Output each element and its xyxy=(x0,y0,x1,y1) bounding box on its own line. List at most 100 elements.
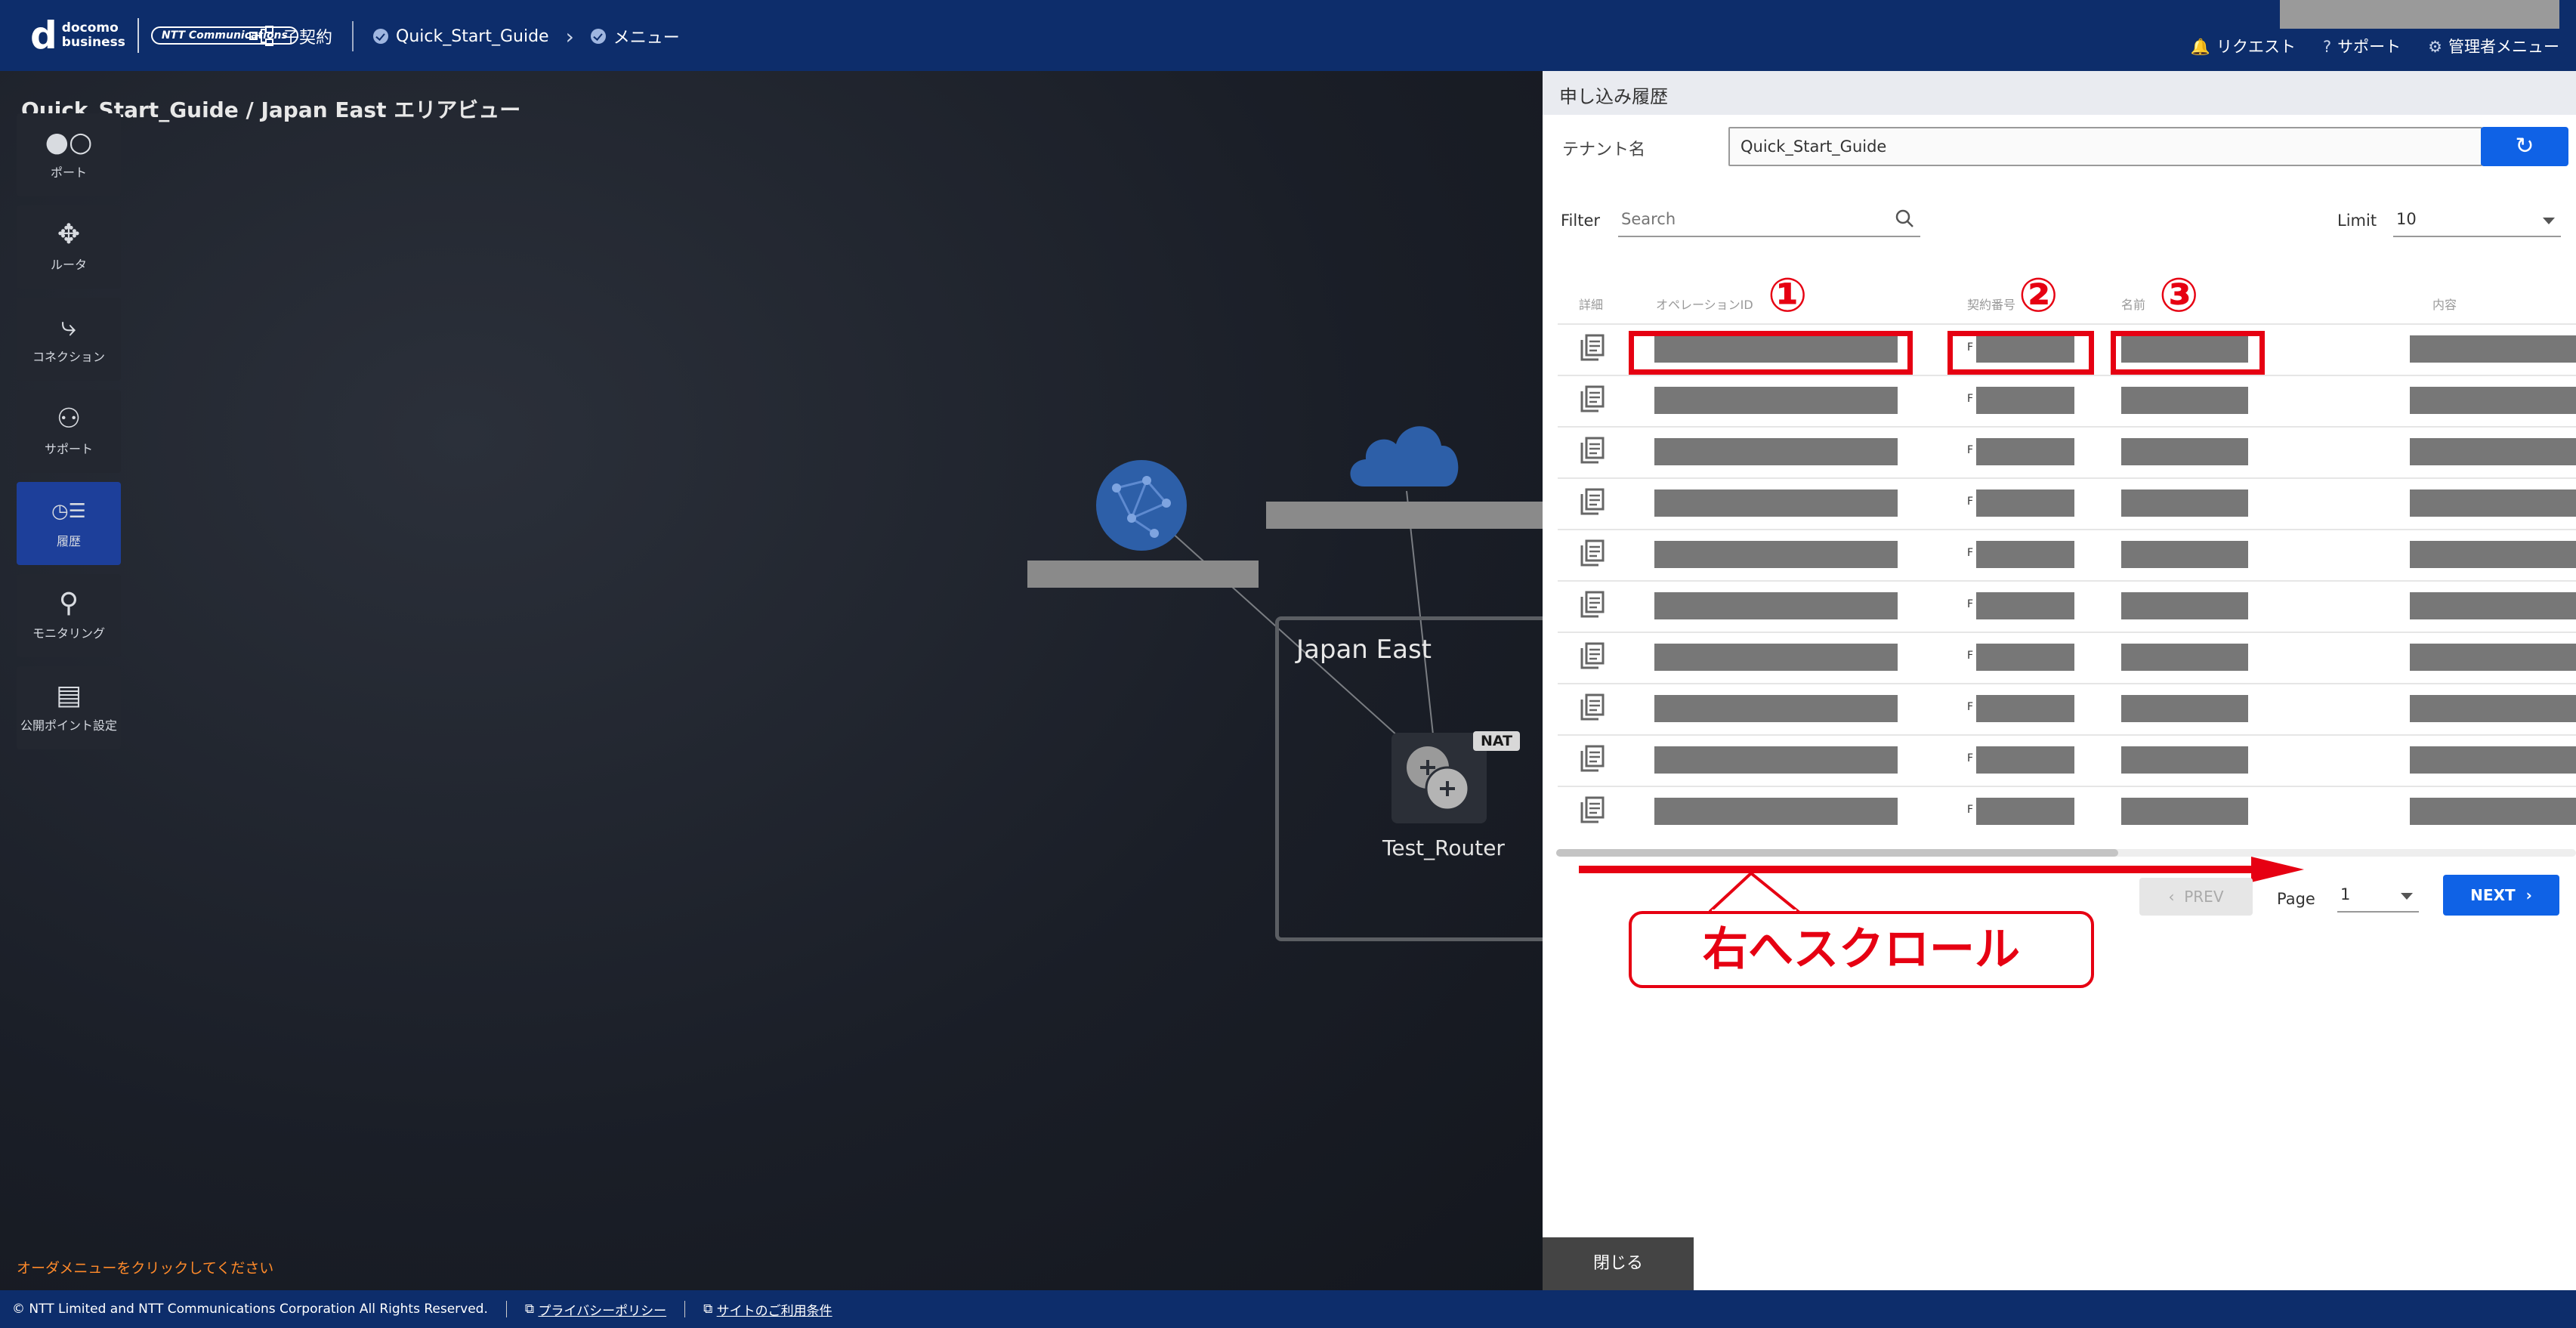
annotation-1: ① xyxy=(1768,267,1808,323)
request-link[interactable]: 🔔 リクエスト xyxy=(2191,35,2296,57)
admin-menu-link[interactable]: ⚙ 管理者メニュー xyxy=(2428,35,2559,57)
port-icon: ●○ xyxy=(45,127,93,158)
close-button[interactable]: 閉じる xyxy=(1543,1237,1694,1290)
order-sidebar: ●○ ポート ✥ ルータ ⤷ コネクション ⚇ サポート ◷☰ 履歴 ⚲ モニタ… xyxy=(17,113,121,758)
detail-document-icon[interactable] xyxy=(1577,641,1608,671)
name-cell xyxy=(2121,438,2248,465)
history-icon: ◷☰ xyxy=(51,500,86,523)
sidebar-item-connection[interactable]: ⤷ コネクション xyxy=(17,298,121,381)
copyright: © NTT Limited and NTT Communications Cor… xyxy=(12,1302,488,1317)
privacy-policy-link[interactable]: プライバシーポリシー xyxy=(538,1300,666,1319)
public-point-icon: ▤ xyxy=(55,680,82,711)
contract-prefix: F xyxy=(1967,496,1974,508)
sidebar-item-monitoring[interactable]: ⚲ モニタリング xyxy=(17,574,121,657)
operation-id-cell xyxy=(1654,644,1898,671)
content-cell xyxy=(2410,592,2576,619)
operation-id-cell xyxy=(1654,746,1898,774)
name-cell xyxy=(2121,387,2248,414)
contract-no-cell xyxy=(1976,387,2074,414)
contract-prefix: F xyxy=(1967,598,1974,610)
cloud-icon[interactable] xyxy=(1342,411,1466,494)
tenant-field[interactable]: Quick_Start_Guide xyxy=(1728,127,2482,166)
contract-prefix: F xyxy=(1967,547,1974,559)
tenant-label: テナント名 xyxy=(1562,141,1646,159)
operation-id-cell xyxy=(1654,438,1898,465)
highlight-name xyxy=(2111,331,2265,375)
detail-document-icon[interactable] xyxy=(1577,589,1608,619)
detail-document-icon[interactable] xyxy=(1577,435,1608,465)
sidebar-item-router[interactable]: ✥ ルータ xyxy=(17,205,121,289)
contract-prefix: F xyxy=(1967,650,1974,662)
search-box xyxy=(1618,204,1920,237)
router-icon: ✥ xyxy=(57,219,81,250)
refresh-button[interactable]: ↻ xyxy=(2481,127,2568,166)
sidebar-item-public-point[interactable]: ▤ 公開ポイント設定 xyxy=(17,666,121,749)
annotation-2: ② xyxy=(2018,267,2059,323)
contract-no-cell xyxy=(1976,695,2074,722)
annotation-3: ③ xyxy=(2159,267,2199,323)
contract-no-cell xyxy=(1976,490,2074,517)
refresh-icon: ↻ xyxy=(2515,133,2534,159)
detail-document-icon[interactable] xyxy=(1577,692,1608,722)
detail-document-icon[interactable] xyxy=(1577,384,1608,414)
redacted-user-area xyxy=(2280,0,2559,29)
name-cell xyxy=(2121,541,2248,568)
chevron-left-icon: ‹ xyxy=(2168,888,2185,906)
contract-no-cell xyxy=(1976,644,2074,671)
content-cell xyxy=(2410,438,2576,465)
content-cell xyxy=(2410,695,2576,722)
contract-no-cell xyxy=(1976,746,2074,774)
page-label: Page xyxy=(2277,890,2315,908)
search-input[interactable] xyxy=(1618,204,1890,234)
content-cell xyxy=(2410,335,2576,363)
sidebar-item-support[interactable]: ⚇ サポート xyxy=(17,390,121,473)
contract-prefix: F xyxy=(1967,444,1974,456)
dropdown-caret-icon xyxy=(2543,218,2555,224)
col-header-detail: 詳細 xyxy=(1579,298,1604,312)
callout-pointer xyxy=(1709,872,1804,914)
content-cell xyxy=(2410,490,2576,517)
bell-icon: 🔔 xyxy=(2190,38,2211,56)
sidebar-item-history[interactable]: ◷☰ 履歴 xyxy=(17,482,121,565)
name-cell xyxy=(2121,592,2248,619)
internet-globe-icon[interactable] xyxy=(1094,458,1189,553)
detail-document-icon[interactable] xyxy=(1577,486,1608,517)
content-cell xyxy=(2410,541,2576,568)
next-button[interactable]: NEXT › xyxy=(2443,875,2559,916)
col-header-contract-no: 契約番号 xyxy=(1967,298,2016,312)
content-cell xyxy=(2410,387,2576,414)
order-hint: オーダメニューをクリックしてください xyxy=(17,1260,274,1277)
contract-no-cell xyxy=(1976,798,2074,825)
detail-document-icon[interactable] xyxy=(1577,538,1608,568)
contract-prefix: F xyxy=(1967,393,1974,405)
support-icon: ⚇ xyxy=(56,403,82,434)
redacted-cloud-label xyxy=(1266,502,1543,529)
search-icon[interactable] xyxy=(1895,208,1914,228)
support-link[interactable]: ? サポート xyxy=(2323,35,2401,57)
name-cell xyxy=(2121,695,2248,722)
prev-button[interactable]: ‹ PREV xyxy=(2139,878,2253,916)
highlight-contract-no xyxy=(1947,331,2094,375)
footer: © NTT Limited and NTT Communications Cor… xyxy=(0,1290,2576,1328)
sidebar-item-port[interactable]: ●○ ポート xyxy=(17,113,121,196)
contract-no-cell xyxy=(1976,592,2074,619)
operation-id-cell xyxy=(1654,387,1898,414)
content-cell xyxy=(2410,746,2576,774)
gear-icon: ⚙ xyxy=(2428,38,2442,56)
detail-document-icon[interactable] xyxy=(1577,332,1608,363)
page-select[interactable]: 1 xyxy=(2337,879,2419,913)
filter-label: Filter xyxy=(1561,212,1601,230)
name-cell xyxy=(2121,644,2248,671)
external-link-icon: ⧉ xyxy=(703,1302,717,1317)
operation-id-cell xyxy=(1654,798,1898,825)
scrollbar-thumb[interactable] xyxy=(1556,849,2118,857)
limit-select[interactable]: 10 xyxy=(2393,204,2561,237)
name-cell xyxy=(2121,746,2248,774)
limit-label: Limit xyxy=(2337,212,2377,230)
content-cell xyxy=(2410,798,2576,825)
terms-link[interactable]: サイトのご利用条件 xyxy=(717,1300,832,1319)
detail-document-icon[interactable] xyxy=(1577,795,1608,825)
name-cell xyxy=(2121,798,2248,825)
order-history-panel: 申し込み履歴 テナント名 Quick_Start_Guide ↻ Filter … xyxy=(1543,71,2576,1290)
detail-document-icon[interactable] xyxy=(1577,743,1608,774)
